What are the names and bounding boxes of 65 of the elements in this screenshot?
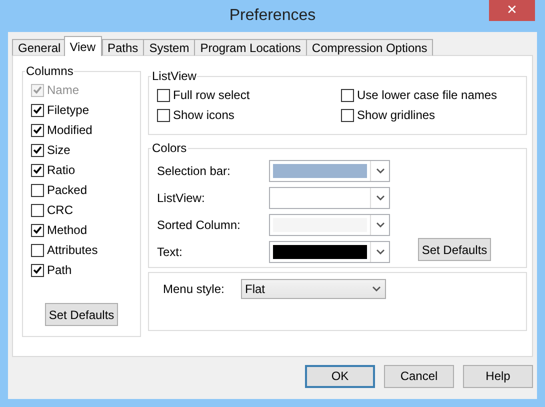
checkmark-icon — [33, 166, 42, 174]
checkbox[interactable] — [31, 224, 44, 236]
checkbox[interactable] — [31, 244, 44, 256]
checkbox-label: Method — [47, 223, 88, 237]
checkbox-label: Modified — [47, 123, 92, 137]
checkbox-label: CRC — [47, 203, 73, 217]
chevron-down-icon — [372, 286, 380, 292]
checkbox-label: Filetype — [47, 103, 90, 117]
tab[interactable]: Compression Options — [306, 39, 434, 56]
chevron-down-icon — [376, 222, 384, 228]
checkbox[interactable] — [31, 164, 44, 176]
window-title: Preferences — [229, 7, 316, 25]
checkbox-label: Attributes — [47, 243, 98, 257]
checkmark-icon — [33, 106, 42, 114]
field-label: Menu style: — [163, 282, 226, 296]
tab[interactable]: General — [12, 39, 67, 56]
color-dropdown[interactable] — [269, 186, 390, 208]
field-label: Text: — [157, 244, 184, 258]
checkbox[interactable] — [157, 88, 170, 102]
tab[interactable]: Program Locations — [194, 39, 307, 56]
set-defaults-button[interactable]: Set Defaults — [418, 238, 491, 261]
checkbox[interactable] — [157, 108, 170, 122]
group-title: Columns — [25, 64, 74, 78]
color-dropdown[interactable] — [269, 214, 390, 236]
checkbox-label: Size — [47, 143, 70, 157]
group-title: ListView — [151, 69, 198, 83]
tab[interactable]: System — [143, 39, 196, 56]
menu-style-dropdown[interactable]: Flat — [241, 278, 386, 298]
checkmark-icon — [33, 266, 42, 274]
field-label: Sorted Column: — [157, 218, 242, 232]
checkbox[interactable] — [341, 108, 354, 122]
checkmark-icon — [33, 226, 42, 234]
checkbox[interactable] — [31, 184, 44, 196]
checkbox[interactable] — [341, 88, 354, 102]
group-title: Colors — [151, 141, 188, 155]
checkbox-label: Packed — [47, 183, 88, 197]
dialog-button[interactable]: OK — [305, 364, 375, 388]
checkbox[interactable] — [31, 144, 44, 156]
field-label: Selection bar: — [157, 164, 232, 178]
checkmark-icon — [33, 146, 42, 154]
close-button[interactable]: ✕ — [489, 0, 535, 21]
color-dropdown[interactable] — [269, 240, 390, 262]
chevron-down-icon — [376, 194, 384, 200]
dialog-button[interactable]: Cancel — [384, 364, 454, 388]
tab[interactable]: Paths — [102, 39, 144, 56]
checkbox-label: Show icons — [173, 108, 234, 122]
checkbox[interactable] — [31, 204, 44, 216]
color-dropdown[interactable] — [269, 160, 390, 182]
chevron-down-icon — [376, 168, 384, 174]
field-label: ListView: — [157, 190, 206, 204]
checkbox-label: Path — [47, 263, 72, 277]
checkbox[interactable] — [31, 124, 44, 136]
checkbox-label: Ratio — [47, 163, 76, 177]
chevron-down-icon — [376, 248, 384, 254]
checkmark-icon — [33, 86, 42, 94]
tab[interactable]: View — [64, 36, 102, 56]
set-defaults-button[interactable]: Set Defaults — [45, 303, 118, 326]
dialog-button[interactable]: Help — [463, 364, 533, 388]
checkbox-label: Use lower case file names — [357, 88, 498, 102]
checkbox-label: Show gridlines — [357, 108, 436, 122]
checkbox-label: Name — [47, 83, 80, 97]
checkmark-icon — [33, 126, 42, 134]
checkbox[interactable] — [31, 104, 44, 116]
checkbox[interactable] — [31, 264, 44, 276]
checkbox-label: Full row select — [173, 88, 250, 102]
